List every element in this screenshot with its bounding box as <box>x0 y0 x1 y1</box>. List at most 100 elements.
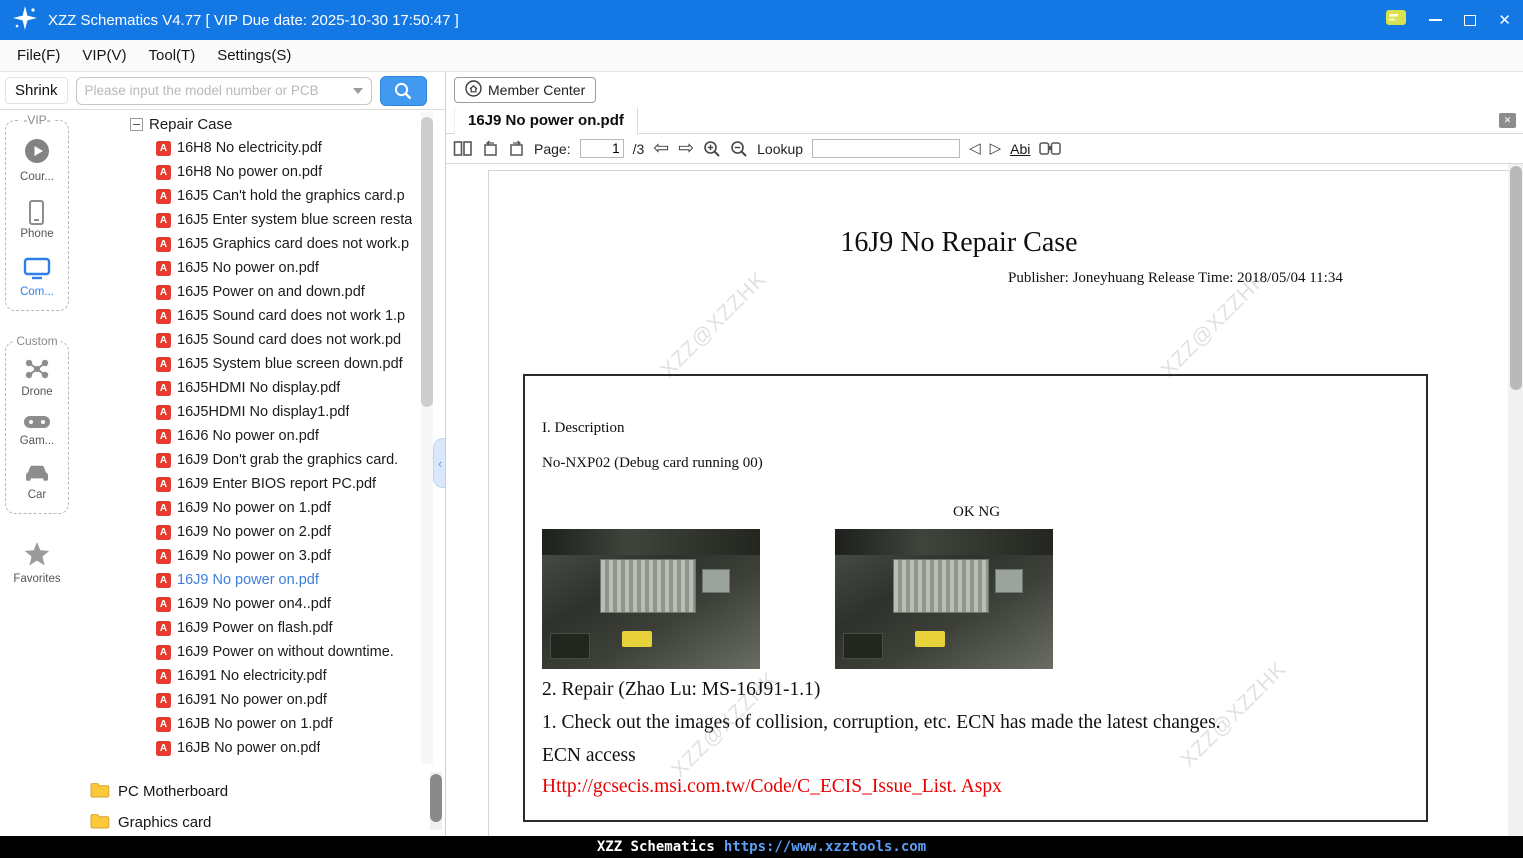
collapse-node-icon[interactable] <box>130 117 143 131</box>
tree-item-pdf[interactable]: 16J5 Enter system blue screen resta <box>74 208 445 232</box>
description-line: No-NXP02 (Debug card running 00) <box>542 455 763 471</box>
tree-item-label: 16J9 Don't grab the graphics card. <box>177 452 399 468</box>
tree-folder[interactable]: PC Motherboard <box>74 776 445 807</box>
tree-scrollbar[interactable] <box>421 112 433 764</box>
tree-item-pdf[interactable]: 16J9 Power on without downtime. <box>74 640 445 664</box>
tree-item-pdf[interactable]: 16J5 Sound card does not work.pd <box>74 328 445 352</box>
tree-folder-label: Graphics card <box>118 814 212 831</box>
collapse-tree-handle[interactable]: ‹ <box>433 438 445 488</box>
two-page-view-icon[interactable] <box>453 140 473 157</box>
sidebar-item-label: Drone <box>21 386 53 398</box>
tree-item-pdf[interactable]: 16H8 No power on.pdf <box>74 160 445 184</box>
tree-scrollbar-thumb[interactable] <box>421 117 433 407</box>
tree-item-pdf[interactable]: 16J9 No power on.pdf <box>74 568 445 592</box>
tree-item-pdf[interactable]: 16JB No power on.pdf <box>74 736 445 760</box>
tree-item-pdf[interactable]: 16J5 System blue screen down.pdf <box>74 352 445 376</box>
rotate-left-icon[interactable] <box>482 140 499 157</box>
menu-item[interactable]: File(F) <box>6 43 71 68</box>
tree-item-pdf[interactable]: 16J9 Power on flash.pdf <box>74 616 445 640</box>
pdf-file-icon <box>156 428 171 444</box>
custom-section: Custom Drone Gam... Car <box>5 334 69 514</box>
tree-item-pdf[interactable]: 16J9 No power on4..pdf <box>74 592 445 616</box>
menu-item[interactable]: Tool(T) <box>138 43 207 68</box>
tree-item-pdf[interactable]: 16J5 Can't hold the graphics card.p <box>74 184 445 208</box>
next-page-icon[interactable]: ⇨ <box>678 139 694 158</box>
tree-item-pdf[interactable]: 16J5 Power on and down.pdf <box>74 280 445 304</box>
pdf-file-icon <box>156 140 171 156</box>
menu-item[interactable]: Settings(S) <box>206 43 302 68</box>
tree-item-pdf[interactable]: 16J5 Graphics card does not work.p <box>74 232 445 256</box>
maximize-button[interactable] <box>1464 14 1477 26</box>
sidebar-item-favorites[interactable]: Favorites <box>0 542 74 585</box>
lookup-input[interactable] <box>812 139 961 158</box>
model-search-combo[interactable] <box>75 76 372 105</box>
search-input[interactable] <box>84 83 349 98</box>
pdf-file-icon <box>156 548 171 564</box>
tree-item-pdf[interactable]: 16J5 No power on.pdf <box>74 256 445 280</box>
tree-item-pdf[interactable]: 16JB No power on 1.pdf <box>74 712 445 736</box>
close-button[interactable]: ✕ <box>1498 13 1511 28</box>
member-center-label: Member Center <box>488 82 586 98</box>
tree-item-label: 16H8 No electricity.pdf <box>177 140 322 156</box>
binoculars-icon[interactable] <box>1039 141 1062 156</box>
tree-item-pdf[interactable]: 16J9 No power on 1.pdf <box>74 496 445 520</box>
tree-node-repair-case[interactable]: Repair Case <box>74 112 445 136</box>
search-button[interactable] <box>379 75 427 106</box>
pdf-file-icon <box>156 716 171 732</box>
shrink-button[interactable]: Shrink <box>5 77 68 104</box>
sidebar-item-drone[interactable]: Drone <box>21 358 53 398</box>
tree-folder-label: PC Motherboard <box>118 783 229 800</box>
zoom-out-icon[interactable] <box>730 140 748 158</box>
tree-item-pdf[interactable]: 16J5 Sound card does not work 1.p <box>74 304 445 328</box>
page-number-input[interactable] <box>579 139 624 158</box>
folder-list: PC Motherboard Graphics card <box>74 768 445 836</box>
panel-scrollbar[interactable] <box>430 772 442 830</box>
panel-scrollbar-thumb[interactable] <box>430 774 442 822</box>
document-tab-bar: 16J9 No power on.pdf <box>446 107 1523 134</box>
rotate-right-icon[interactable] <box>508 140 525 157</box>
pdf-scrollbar[interactable] <box>1508 164 1523 836</box>
tree-item-pdf[interactable]: 16J5HDMI No display1.pdf <box>74 400 445 424</box>
close-document-icon[interactable] <box>1499 113 1516 128</box>
car-icon <box>24 464 50 486</box>
sidebar-item-course[interactable]: Cour... <box>20 137 54 183</box>
tree-item-pdf[interactable]: 16J9 No power on 2.pdf <box>74 520 445 544</box>
ok-ng-label: OK NG <box>953 504 1001 520</box>
pdf-scrollbar-thumb[interactable] <box>1509 166 1522 390</box>
find-previous-icon[interactable]: ◁ <box>969 141 981 156</box>
find-next-icon[interactable]: ▷ <box>990 141 1002 156</box>
sidebar-item-game[interactable]: Gam... <box>20 415 54 447</box>
minimize-button[interactable] <box>1429 19 1443 21</box>
sidebar-item-car[interactable]: Car <box>24 464 50 501</box>
vip-card-icon[interactable] <box>1385 9 1407 31</box>
tree-item-label: 16J9 Enter BIOS report PC.pdf <box>177 476 377 492</box>
motherboard-photo-ng <box>835 529 1053 669</box>
sidebar-item-computer[interactable]: Com... <box>20 257 54 298</box>
tree-item-pdf[interactable]: 16J91 No electricity.pdf <box>74 664 445 688</box>
tree-item-pdf[interactable]: 16J9 No power on 3.pdf <box>74 544 445 568</box>
tree-item-pdf[interactable]: 16J6 No power on.pdf <box>74 424 445 448</box>
whole-word-icon[interactable]: Abi <box>1010 141 1030 157</box>
watermark: XZZ@XZZHK <box>656 267 771 382</box>
tree-folder[interactable]: Graphics card <box>74 807 445 836</box>
tree-item-label: 16JB No power on.pdf <box>177 740 321 756</box>
tree-item-label: 16J5 No power on.pdf <box>177 260 319 276</box>
sidebar-item-phone[interactable]: Phone <box>20 200 54 240</box>
document-tab[interactable]: 16J9 No power on.pdf <box>454 107 638 134</box>
previous-page-icon[interactable]: ⇦ <box>653 139 669 158</box>
ecn-link[interactable]: Http://gcsecis.msi.com.tw/Code/C_ECIS_Is… <box>542 776 1002 798</box>
tree-item-pdf[interactable]: 16J9 Don't grab the graphics card. <box>74 448 445 472</box>
tree-item-pdf[interactable]: 16J91 No power on.pdf <box>74 688 445 712</box>
zoom-in-icon[interactable] <box>703 140 721 158</box>
pdf-content-area: 16J9 No Repair Case Publisher: Joneyhuan… <box>446 164 1523 836</box>
tree-item-pdf[interactable]: 16J5HDMI No display.pdf <box>74 376 445 400</box>
lookup-label: Lookup <box>757 140 804 157</box>
member-center-button[interactable]: Member Center <box>454 77 597 103</box>
chevron-down-icon[interactable] <box>352 87 363 94</box>
tree-item-pdf[interactable]: 16H8 No electricity.pdf <box>74 136 445 160</box>
menu-item[interactable]: VIP(V) <box>71 43 137 68</box>
pdf-file-icon <box>156 404 171 420</box>
tree-item-label: 16J5 System blue screen down.pdf <box>177 356 403 372</box>
tree-item-pdf[interactable]: 16J9 Enter BIOS report PC.pdf <box>74 472 445 496</box>
sidebar-item-label: Phone <box>20 228 54 240</box>
